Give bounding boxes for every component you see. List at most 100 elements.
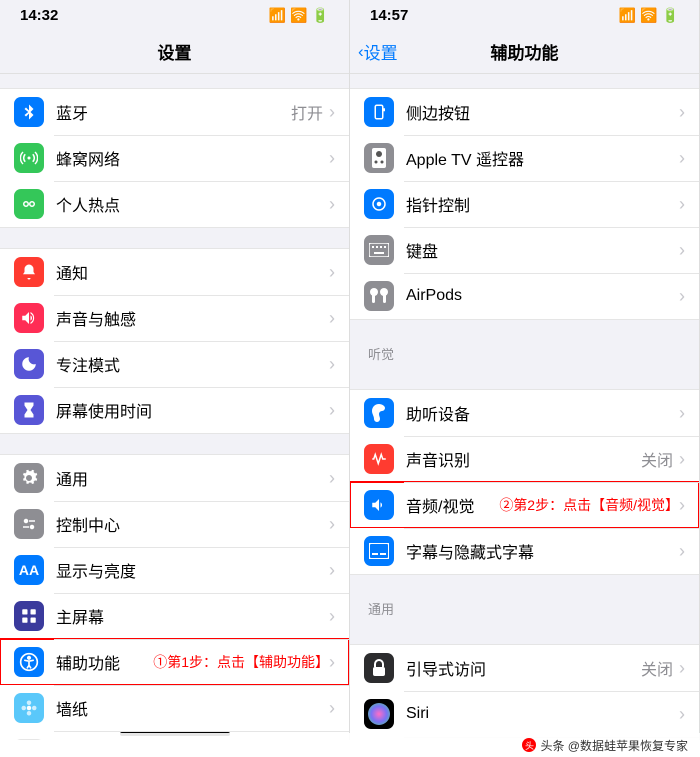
back-label: 设置 (364, 39, 398, 64)
airpods-icon (364, 281, 394, 311)
row-label: 控制中心 (56, 512, 329, 536)
settings-group: 通用›控制中心›AA显示与亮度›主屏幕›辅助功能①第1步：点击【辅助功能】›墙纸… (0, 454, 349, 740)
row-label: 显示与亮度 (56, 558, 329, 582)
hotspot-icon (14, 189, 44, 219)
accessibility-list[interactable]: 侧边按钮›Apple TV 遥控器›指针控制›键盘›AirPods›听觉助听设备… (350, 74, 699, 740)
grid-icon (14, 601, 44, 631)
settings-row[interactable]: 音频/视觉②第2步：点击【音频/视觉】› (350, 482, 699, 528)
status-bar: 14:57 📶 🛜 🔋 (350, 0, 699, 30)
chevron-right-icon: › (329, 400, 335, 421)
chevron-right-icon: › (329, 308, 335, 329)
settings-list[interactable]: 蓝牙打开›蜂窝网络›个人热点›通知›声音与触感›专注模式›屏幕使用时间›通用›控… (0, 74, 349, 740)
nav-bar: 设置 (0, 30, 349, 74)
settings-row[interactable]: 蓝牙打开› (0, 89, 349, 135)
settings-row[interactable]: Siri› (350, 691, 699, 737)
settings-row[interactable]: 辅助功能①第1步：点击【辅助功能】› (0, 639, 349, 685)
caption-icon (364, 536, 394, 566)
settings-row[interactable]: 指针控制› (350, 181, 699, 227)
settings-row[interactable]: 键盘› (350, 227, 699, 273)
settings-group: 蓝牙打开›蜂窝网络›个人热点› (0, 88, 349, 228)
row-label: 墙纸 (56, 696, 329, 720)
row-label: 字幕与隐藏式字幕 (406, 539, 679, 563)
back-button[interactable]: ‹ 设置 (358, 39, 398, 64)
moon-icon (14, 349, 44, 379)
section-header: 通用 (350, 593, 699, 624)
chevron-right-icon: › (329, 148, 335, 169)
status-bar: 14:32 📶 🛜 🔋 (0, 0, 349, 30)
settings-row[interactable]: 声音与触感› (0, 295, 349, 341)
settings-row[interactable]: 通用› (0, 455, 349, 501)
lock-icon (364, 653, 394, 683)
settings-row[interactable]: 屏幕使用时间› (0, 387, 349, 433)
right-phone: 14:57 📶 🛜 🔋 ‹ 设置 辅助功能 侧边按钮›Apple TV 遥控器›… (350, 0, 700, 740)
row-label: 键盘 (406, 238, 679, 262)
row-value: 关闭 (641, 447, 673, 471)
chevron-right-icon: › (329, 652, 335, 673)
settings-row[interactable]: 侧边按钮› (350, 89, 699, 135)
settings-row[interactable]: 助听设备› (350, 390, 699, 436)
audio-icon (364, 490, 394, 520)
row-value: 打开 (291, 100, 323, 124)
settings-row[interactable]: Apple TV 遥控器› (350, 135, 699, 181)
speaker-icon (14, 303, 44, 333)
chevron-right-icon: › (329, 102, 335, 123)
antenna-icon (14, 143, 44, 173)
status-icons: 📶 🛜 🔋 (269, 7, 329, 24)
page-title: 辅助功能 (491, 39, 559, 64)
pointer-icon (364, 189, 394, 219)
row-label: 声音识别 (406, 447, 641, 471)
chevron-right-icon: › (329, 698, 335, 719)
section-header: 听觉 (350, 338, 699, 369)
row-label: Apple TV 遥控器 (406, 146, 679, 170)
settings-group: 侧边按钮›Apple TV 遥控器›指针控制›键盘›AirPods› (350, 88, 699, 320)
switches-icon (14, 509, 44, 539)
gear-icon (14, 463, 44, 493)
chevron-right-icon: › (679, 658, 685, 679)
row-label: 指针控制 (406, 192, 679, 216)
settings-row[interactable]: 控制中心› (0, 501, 349, 547)
settings-row[interactable]: 引导式访问关闭› (350, 645, 699, 691)
settings-row[interactable]: 个人热点› (0, 181, 349, 227)
settings-row[interactable]: 主屏幕› (0, 593, 349, 639)
row-label: 主屏幕 (56, 604, 329, 628)
accessibility-icon (14, 647, 44, 677)
settings-row[interactable]: AA显示与亮度› (0, 547, 349, 593)
chevron-right-icon: › (679, 286, 685, 307)
row-label: AirPods (406, 287, 679, 305)
settings-row[interactable]: 蜂窝网络› (0, 135, 349, 181)
settings-row[interactable]: 墙纸› (0, 685, 349, 731)
settings-row[interactable]: 字幕与隐藏式字幕› (350, 528, 699, 574)
settings-row[interactable]: 专注模式› (0, 341, 349, 387)
nav-bar: ‹ 设置 辅助功能 (350, 30, 699, 74)
sidebutton-icon (364, 97, 394, 127)
wave-icon (364, 444, 394, 474)
row-label: 助听设备 (406, 401, 679, 425)
row-label: 声音与触感 (56, 306, 329, 330)
chevron-right-icon: › (679, 148, 685, 169)
chevron-right-icon: › (329, 262, 335, 283)
keyboard-icon (364, 235, 394, 265)
chevron-right-icon: › (329, 354, 335, 375)
chevron-right-icon: › (329, 606, 335, 627)
status-time: 14:32 (20, 7, 58, 24)
aa-icon: AA (14, 555, 44, 585)
credit-text: 头条 @数据蛙苹果恢复专家 (540, 737, 688, 754)
settings-row[interactable]: 声音识别关闭› (350, 436, 699, 482)
row-label: 专注模式 (56, 352, 329, 376)
settings-row[interactable]: 通知› (0, 249, 349, 295)
siri-icon (364, 699, 394, 729)
remote-icon (364, 143, 394, 173)
ear-icon (364, 398, 394, 428)
row-label: 通知 (56, 260, 329, 284)
left-phone: 14:32 📶 🛜 🔋 设置 蓝牙打开›蜂窝网络›个人热点›通知›声音与触感›专… (0, 0, 350, 740)
chevron-right-icon: › (679, 403, 685, 424)
settings-row[interactable]: AirPods› (350, 273, 699, 319)
chevron-right-icon: › (329, 194, 335, 215)
row-label: 音频/视觉 (406, 493, 493, 517)
row-label: 蜂窝网络 (56, 146, 329, 170)
row-label: 侧边按钮 (406, 100, 679, 124)
settings-group: 引导式访问关闭›Siri›辅助功能快捷键关闭›App 单独设置› (350, 644, 699, 740)
settings-group: 通知›声音与触感›专注模式›屏幕使用时间› (0, 248, 349, 434)
row-label: Siri (406, 705, 679, 723)
bluetooth-icon (14, 97, 44, 127)
